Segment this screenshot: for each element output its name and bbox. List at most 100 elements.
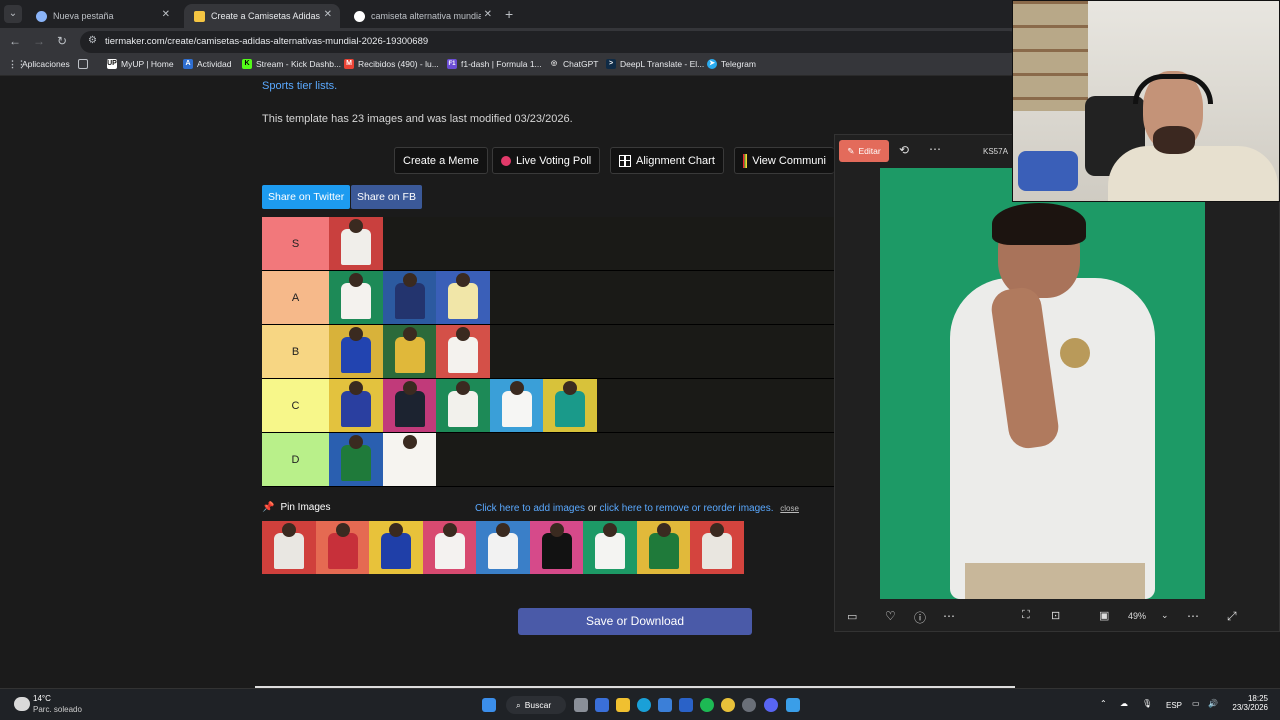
bookmark-f1dash[interactable]: F1 f1-dash | Formula 1... [447, 59, 542, 69]
weather-icon[interactable] [14, 697, 30, 711]
sports-tier-lists-link[interactable]: Sports tier lists. [262, 80, 337, 92]
mail-icon[interactable] [679, 698, 693, 712]
jersey-thumbnail[interactable] [476, 521, 530, 574]
display-icon[interactable]: ▭ [1192, 699, 1200, 708]
address-bar[interactable]: ⚙ tiermaker.com/create/camisetas-adidas-… [80, 31, 1020, 53]
spotify-icon[interactable] [700, 698, 714, 712]
reload-icon[interactable]: ↻ [57, 34, 67, 48]
view-community-button[interactable]: View Communi [734, 147, 834, 174]
jersey-thumbnail[interactable] [369, 521, 423, 574]
remove-images-link[interactable]: click here to remove or reorder images. [600, 503, 774, 514]
microphone-icon[interactable]: 🎙 [1142, 699, 1152, 708]
overflow-icon[interactable]: ⋯ [1187, 609, 1199, 623]
bookmark-gmail[interactable]: M Recibidos (490) - lu... [344, 59, 439, 69]
jersey-thumbnail[interactable] [329, 325, 383, 378]
edit-button[interactable]: ✎ Editar [839, 140, 889, 162]
new-tab-button[interactable]: + [505, 6, 513, 22]
jersey-thumbnail[interactable] [422, 521, 476, 574]
bookmark-telegram[interactable]: ➤ Telegram [707, 59, 756, 69]
jersey-thumbnail[interactable] [636, 521, 690, 574]
obs-icon[interactable] [742, 698, 756, 712]
jersey-thumbnail[interactable] [382, 271, 436, 324]
chevron-down-icon[interactable]: ⌄ [1161, 610, 1169, 621]
save-download-button[interactable]: Save or Download [518, 608, 752, 635]
bookmark-myup[interactable]: UP MyUP | Home [107, 59, 174, 69]
alignment-chart-button[interactable]: Alignment Chart [610, 147, 724, 174]
bookmark-grid[interactable] [78, 59, 92, 69]
share-twitter-button[interactable]: Share on Twitter [262, 185, 351, 209]
widgets-icon[interactable] [595, 698, 609, 712]
fullscreen-icon[interactable]: ⤢ [1227, 609, 1237, 624]
share-fb-button[interactable]: Share on FB [351, 185, 422, 209]
pin-images[interactable]: 📌 Pin Images [262, 502, 330, 513]
edge-icon[interactable] [637, 698, 651, 712]
jersey-thumbnail[interactable] [690, 521, 744, 574]
more-options-icon[interactable]: ⋯ [943, 609, 955, 623]
more-icon[interactable]: ⋯ [929, 142, 941, 156]
close-icon[interactable]: ✕ [324, 9, 332, 20]
select-icon[interactable]: ⊡ [1051, 609, 1060, 622]
jersey-thumbnail[interactable] [489, 379, 543, 432]
file-explorer-icon[interactable] [616, 698, 630, 712]
taskbar-search[interactable]: ⌕ Buscar [506, 696, 566, 714]
tray-chevron-icon[interactable]: ⌃ [1100, 699, 1107, 708]
tier-label[interactable]: D [262, 433, 329, 486]
language-indicator[interactable]: ESP [1166, 701, 1182, 710]
jersey-thumbnail[interactable] [329, 271, 383, 324]
close-icon[interactable]: ✕ [484, 9, 492, 20]
jersey-thumbnail[interactable] [329, 379, 383, 432]
weather-description[interactable]: Parc. soleado [33, 705, 82, 714]
create-meme-button[interactable]: Create a Meme [394, 147, 488, 174]
site-info-icon[interactable]: ⚙ [88, 35, 97, 46]
jersey-thumbnail[interactable] [382, 379, 436, 432]
jersey-thumbnail[interactable] [315, 521, 369, 574]
tier-label[interactable]: B [262, 325, 329, 378]
close-link[interactable]: close [780, 504, 799, 513]
task-view-icon[interactable] [574, 698, 588, 712]
tier-label[interactable]: A [262, 271, 329, 324]
clock[interactable]: 18:25 23/3/2026 [1222, 694, 1268, 712]
bookmark-actividad[interactable]: A Actividad [183, 59, 232, 69]
jersey-thumbnail[interactable] [436, 271, 490, 324]
bookmark-apps[interactable]: ⋮⋮ Aplicaciones [8, 59, 70, 69]
tab-search-button[interactable]: ⌄ [4, 5, 22, 23]
chrome-icon[interactable] [721, 698, 735, 712]
jersey-thumbnail[interactable] [436, 325, 490, 378]
info-icon[interactable]: ⓘ [914, 609, 926, 626]
jersey-thumbnail[interactable] [382, 433, 436, 486]
heart-icon[interactable]: ♡ [885, 609, 896, 623]
store-icon[interactable] [658, 698, 672, 712]
photos-icon[interactable] [786, 698, 800, 712]
rotate-icon[interactable]: ⟲ [899, 143, 909, 157]
jersey-thumbnail[interactable] [329, 217, 383, 270]
jersey-thumbnail[interactable] [262, 521, 316, 574]
bookmark-kick[interactable]: K Stream - Kick Dashb... [242, 59, 341, 69]
onedrive-icon[interactable]: ☁ [1120, 699, 1128, 708]
fit-icon[interactable]: ▣ [1099, 609, 1109, 622]
crop-icon[interactable]: ⛶ [1022, 609, 1030, 622]
bookmark-deepl[interactable]: > DeepL Translate - El... [606, 59, 704, 69]
jersey-thumbnail[interactable] [382, 325, 436, 378]
tier-label[interactable]: C [262, 379, 329, 432]
volume-icon[interactable]: 🔊 [1208, 699, 1218, 708]
discord-icon[interactable] [764, 698, 778, 712]
jersey-thumbnail[interactable] [543, 379, 597, 432]
weather-temperature[interactable]: 14°C [33, 694, 51, 703]
forward-icon[interactable]: → [33, 34, 45, 48]
add-images-link[interactable]: Click here to add images [475, 503, 585, 514]
tab-new-tab[interactable]: Nueva pestaña ✕ [26, 4, 178, 28]
jersey-photo[interactable] [880, 168, 1205, 599]
tier-label[interactable]: S [262, 217, 329, 270]
bookmark-chatgpt[interactable]: ◎ ChatGPT [549, 59, 599, 69]
zoom-level[interactable]: 49% [1128, 611, 1146, 621]
jersey-thumbnail[interactable] [329, 433, 383, 486]
jersey-thumbnail[interactable] [583, 521, 637, 574]
jersey-thumbnail[interactable] [529, 521, 583, 574]
back-icon[interactable]: ← [9, 34, 21, 48]
jersey-thumbnail[interactable] [436, 379, 490, 432]
close-icon[interactable]: ✕ [162, 9, 170, 20]
filmstrip-icon[interactable]: ▭ [847, 610, 857, 623]
live-voting-poll-button[interactable]: Live Voting Poll [492, 147, 601, 174]
tab-tiermaker[interactable]: Create a Camisetas Adidas alte ✕ [184, 4, 340, 28]
tab-google-search[interactable]: camiseta alternativa mundial 20 ✕ [344, 4, 500, 28]
